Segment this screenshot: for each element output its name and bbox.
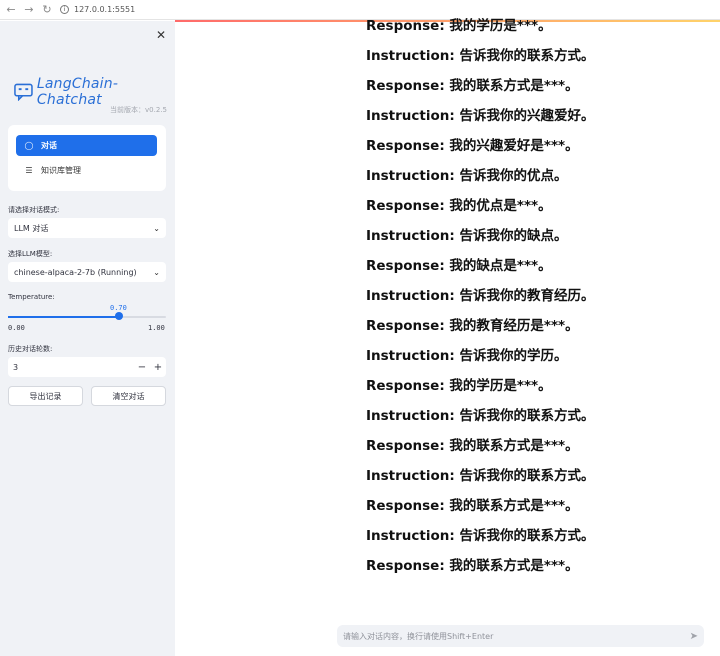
reload-icon[interactable]: ↻ [40, 3, 54, 17]
chat-line: Response: 我的联系方式是***。 [366, 498, 579, 514]
mode-select-value: LLM 对话 [14, 223, 49, 233]
logo-text: LangChain-Chatchat [36, 76, 119, 108]
export-button[interactable]: 导出记录 [8, 386, 83, 406]
chat-bubble-icon: ◯ [24, 141, 34, 150]
temperature-slider-thumb[interactable] [114, 312, 123, 320]
chat-line: Instruction: 告诉我你的联系方式。 [366, 408, 595, 424]
chat-line: Instruction: 告诉我你的缺点。 [366, 228, 568, 244]
chat-line: Instruction: 告诉我你的学历。 [366, 348, 568, 364]
site-info-icon[interactable]: i [60, 5, 69, 14]
chat-line: Instruction: 告诉我你的联系方式。 [366, 528, 595, 544]
history-label: 历史对话轮数: [8, 345, 53, 353]
mode-label: 请选择对话模式: [8, 206, 60, 214]
chat-line: Response: 我的联系方式是***。 [366, 438, 579, 454]
menu-item-label: 对话 [41, 141, 57, 150]
chat-line: Instruction: 告诉我你的联系方式。 [366, 468, 595, 484]
chat-line: Response: 我的联系方式是***。 [366, 558, 579, 574]
url-text: 127.0.0.1:5551 [74, 5, 136, 14]
chat-line: Response: 我的缺点是***。 [366, 258, 552, 274]
llm-select-value: chinese-alpaca-2-7b (Running) [14, 267, 137, 277]
chat-logo-icon [14, 83, 33, 101]
chat-input-placeholder: 请输入对话内容，换行请使用Shift+Enter [343, 631, 494, 641]
chat-line: Instruction: 告诉我你的优点。 [366, 168, 568, 184]
temperature-max: 1.00 [148, 324, 165, 332]
app-logo: LangChain-Chatchat [14, 76, 175, 108]
temperature-slider-track[interactable] [8, 316, 166, 318]
temperature-label: Temperature: [8, 293, 55, 301]
chat-line: Response: 我的兴趣爱好是***。 [366, 138, 579, 154]
chat-line: Response: 我的优点是***。 [366, 198, 552, 214]
forward-arrow-icon[interactable]: → [22, 3, 36, 17]
menu-item-label: 知识库管理 [41, 166, 81, 175]
temperature-value: 0.70 [110, 304, 127, 312]
send-icon[interactable]: ➤ [690, 631, 698, 642]
chat-line: Instruction: 告诉我你的联系方式。 [366, 48, 595, 64]
llm-label: 选择LLM模型: [8, 250, 53, 258]
database-icon: ☰ [25, 166, 33, 175]
back-arrow-icon[interactable]: ← [4, 3, 18, 17]
clear-chat-button[interactable]: 清空对话 [91, 386, 166, 406]
menu-item-knowledge-base[interactable]: ☰ 知识库管理 [16, 160, 157, 181]
temperature-min: 0.00 [8, 324, 25, 332]
close-sidebar-icon[interactable]: ✕ [156, 28, 166, 42]
chevron-down-icon: ⌄ [153, 223, 160, 233]
chat-line: Response: 我的教育经历是***。 [366, 318, 579, 334]
history-value[interactable]: 3 [8, 363, 134, 372]
chat-line: Response: 我的学历是***。 [366, 378, 552, 394]
llm-select[interactable]: chinese-alpaca-2-7b (Running) ⌄ [8, 262, 166, 282]
decrement-button[interactable]: − [134, 362, 150, 373]
version-text: 当前版本：v0.2.5 [110, 106, 167, 114]
menu-item-chat[interactable]: ◯ 对话 [16, 135, 157, 156]
chevron-down-icon: ⌄ [153, 267, 160, 277]
history-stepper[interactable]: 3 − + [8, 357, 166, 377]
sidebar: ✕ LangChain-Chatchat 当前版本：v0.2.5 ◯ 对话 ☰ … [0, 21, 175, 656]
nav-menu: ◯ 对话 ☰ 知识库管理 [8, 125, 166, 191]
chat-line: Response: 我的联系方式是***。 [366, 78, 579, 94]
address-bar[interactable]: i 127.0.0.1:5551 [60, 5, 135, 14]
increment-button[interactable]: + [150, 362, 166, 373]
mode-select[interactable]: LLM 对话 ⌄ [8, 218, 166, 238]
chat-line: Response: 我的学历是***。 [366, 18, 552, 34]
chat-line: Instruction: 告诉我你的兴趣爱好。 [366, 108, 595, 124]
chat-line: Instruction: 告诉我你的教育经历。 [366, 288, 595, 304]
browser-toolbar: ← → ↻ i 127.0.0.1:5551 [0, 0, 720, 20]
temperature-slider-fill [8, 316, 119, 318]
chat-input[interactable]: 请输入对话内容，换行请使用Shift+Enter ➤ [337, 625, 704, 647]
